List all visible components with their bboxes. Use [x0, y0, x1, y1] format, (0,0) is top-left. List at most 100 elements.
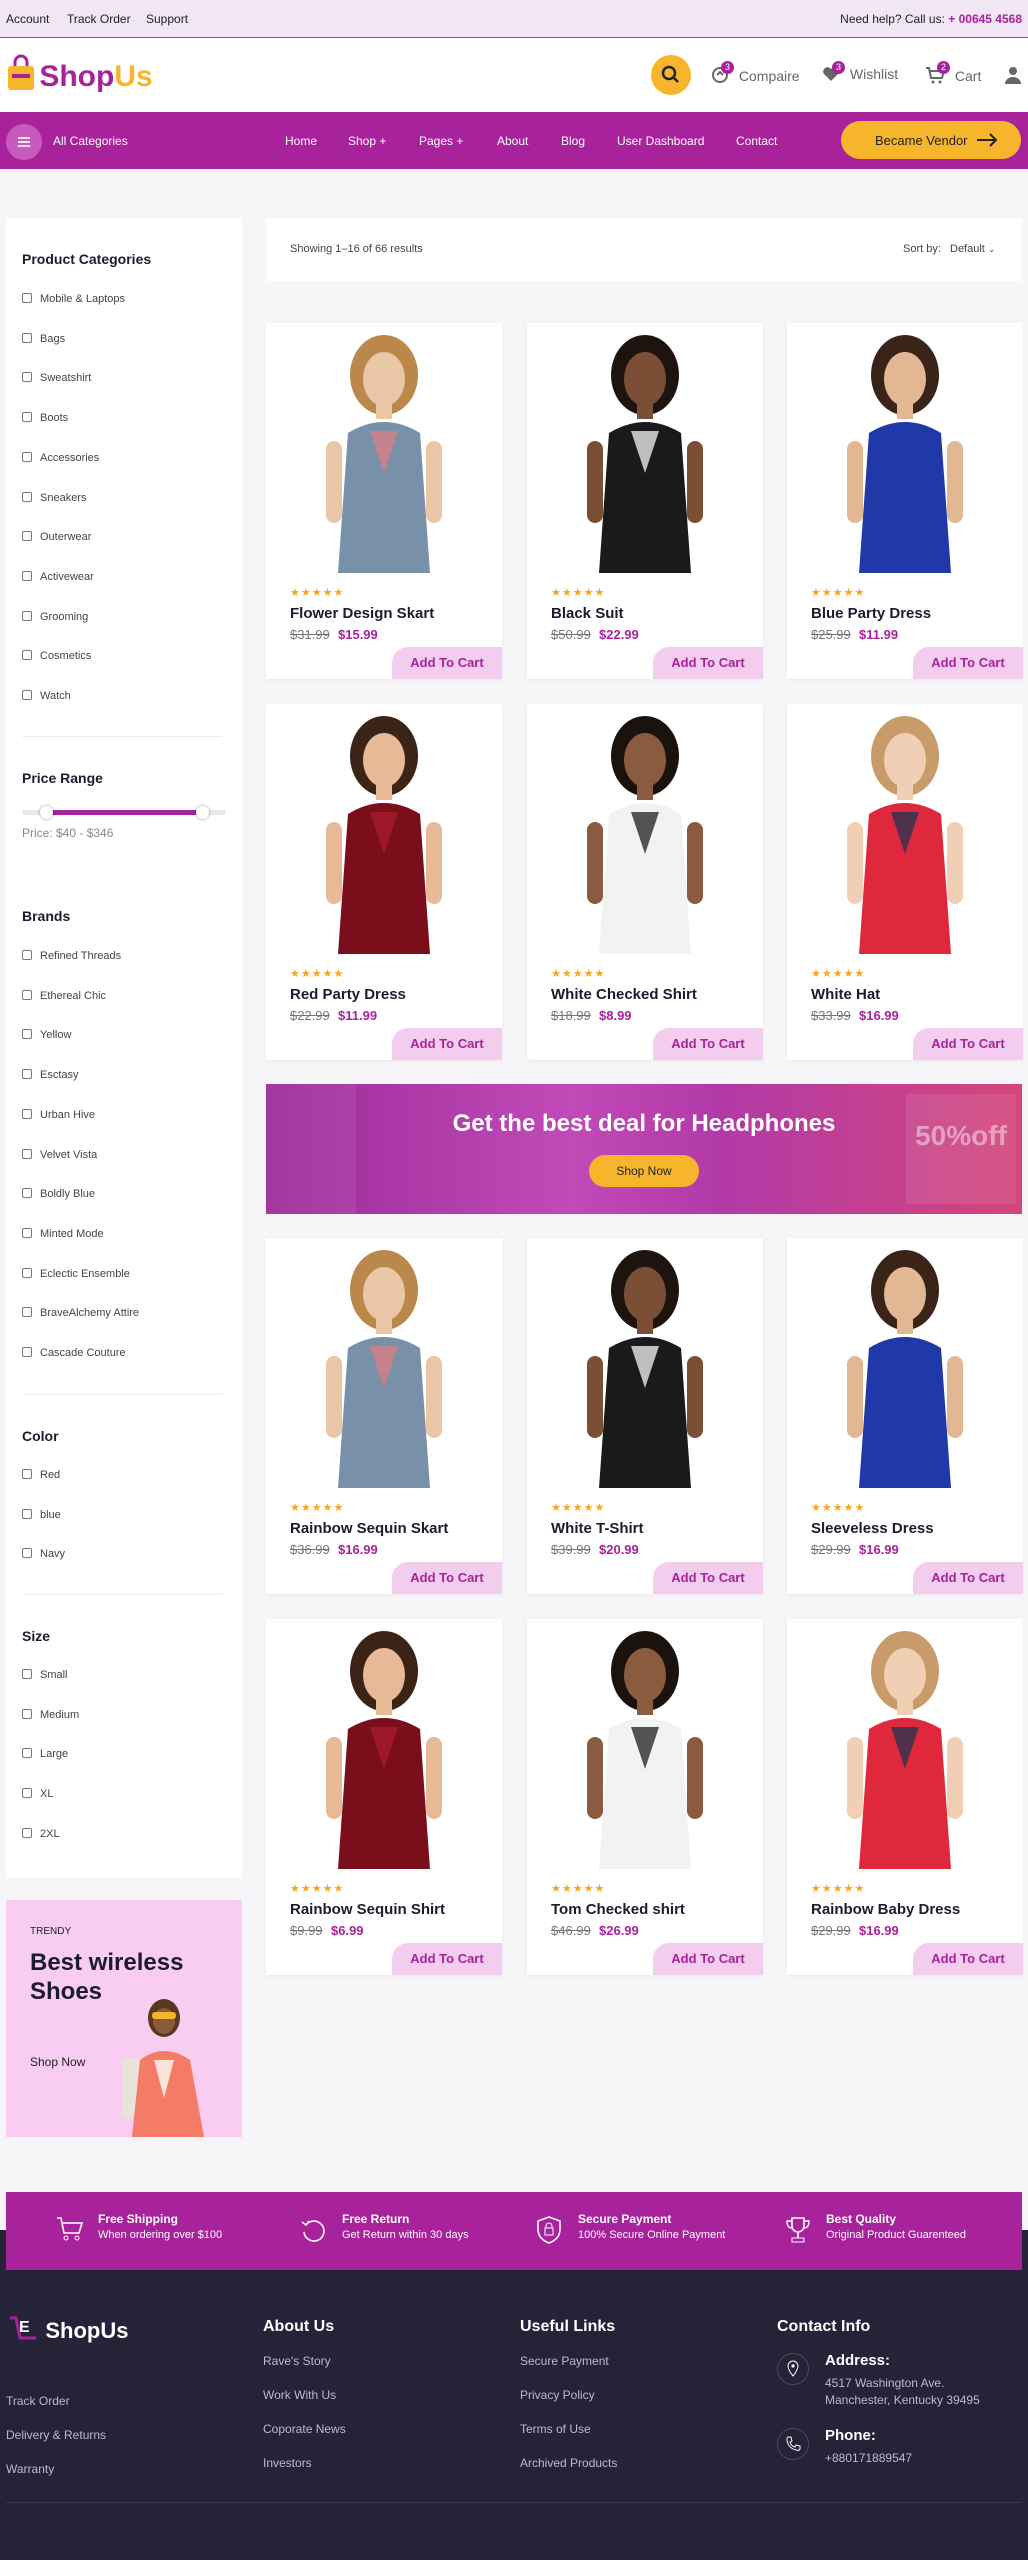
category-filter[interactable]: Accessories	[22, 451, 99, 464]
checkbox[interactable]	[22, 372, 32, 383]
footer-link[interactable]: Archived Products	[520, 2456, 617, 2470]
size-filter[interactable]: Large	[22, 1748, 68, 1760]
checkbox[interactable]	[22, 1347, 32, 1357]
product-image[interactable]	[527, 704, 763, 954]
nav-shop[interactable]: Shop +	[348, 134, 386, 148]
checkbox[interactable]	[22, 570, 32, 581]
category-filter[interactable]: Grooming	[22, 610, 88, 623]
product-image[interactable]	[266, 323, 502, 573]
brand-filter[interactable]: Esctasy	[22, 1069, 79, 1081]
product-card[interactable]: ★★★★★ Red Party Dress $22.99 $11.99 Add To C…	[266, 704, 502, 1060]
wishlist-button[interactable]: 3 Wishlist	[822, 61, 898, 85]
add-to-cart-button[interactable]: Add To Cart	[653, 647, 763, 679]
product-image[interactable]	[787, 1619, 1023, 1869]
product-card[interactable]: ★★★★★ White Hat $33.99 $16.99 Add To Cart	[787, 704, 1023, 1060]
track-order-link[interactable]: Track Order	[67, 12, 131, 26]
brand-filter[interactable]: Boldly Blue	[22, 1188, 95, 1200]
price-max-handle[interactable]	[195, 806, 209, 819]
add-to-cart-button[interactable]: Add To Cart	[392, 1028, 502, 1060]
color-filter[interactable]: Red	[22, 1469, 60, 1481]
product-image[interactable]	[527, 1619, 763, 1869]
brand-filter[interactable]: Cascade Couture	[22, 1347, 126, 1359]
footer-link[interactable]: Privacy Policy	[520, 2388, 595, 2402]
add-to-cart-button[interactable]: Add To Cart	[653, 1562, 763, 1594]
brand-filter[interactable]: Velvet Vista	[22, 1148, 97, 1161]
category-filter[interactable]: Outerwear	[22, 531, 91, 543]
footer-link[interactable]: Warranty	[6, 2462, 54, 2476]
brand-filter[interactable]: Refined Threads	[22, 950, 121, 962]
product-card[interactable]: ★★★★★ White Checked Shirt $18.99 $8.99 Add T…	[527, 704, 763, 1060]
price-range-slider[interactable]	[22, 806, 226, 819]
product-title[interactable]: White T-Shirt	[551, 1520, 644, 1537]
product-title[interactable]: Tom Checked shirt	[551, 1901, 685, 1918]
all-categories-label[interactable]: All Categories	[53, 134, 128, 148]
checkbox[interactable]	[22, 650, 32, 661]
category-filter[interactable]: Watch	[22, 690, 71, 702]
became-vendor-button[interactable]: Became Vendor	[841, 121, 1021, 159]
checkbox[interactable]	[22, 1469, 32, 1479]
footer-phone[interactable]: +880171889547	[825, 2451, 912, 2465]
product-title[interactable]: Rainbow Sequin Shirt	[290, 1901, 445, 1918]
checkbox[interactable]	[22, 1748, 32, 1759]
checkbox[interactable]	[22, 1307, 32, 1318]
checkbox[interactable]	[22, 1508, 32, 1519]
product-card[interactable]: ★★★★★ Flower Design Skart $31.99 $15.99 Add …	[266, 323, 502, 679]
product-title[interactable]: Rainbow Sequin Skart	[290, 1520, 448, 1537]
nav-pages[interactable]: Pages +	[419, 134, 463, 148]
size-filter[interactable]: 2XL	[22, 1827, 60, 1840]
checkbox[interactable]	[22, 1788, 32, 1799]
brand-filter[interactable]: Ethereal Chic	[22, 989, 106, 1002]
category-filter[interactable]: Boots	[22, 412, 68, 424]
product-card[interactable]: ★★★★★ Rainbow Sequin Shirt $9.99 $6.99 Add T…	[266, 1619, 502, 1975]
checkbox[interactable]	[22, 690, 32, 700]
checkbox[interactable]	[22, 950, 32, 960]
checkbox[interactable]	[22, 1029, 32, 1040]
checkbox[interactable]	[22, 1669, 32, 1679]
category-filter[interactable]: Activewear	[22, 570, 94, 583]
nav-blog[interactable]: Blog	[561, 134, 585, 148]
checkbox[interactable]	[22, 1188, 32, 1199]
nav-home[interactable]: Home	[285, 134, 317, 148]
checkbox[interactable]	[22, 412, 32, 423]
compare-button[interactable]: 3 Compaire	[711, 61, 800, 87]
add-to-cart-button[interactable]: Add To Cart	[392, 1562, 502, 1594]
color-filter[interactable]: blue	[22, 1508, 61, 1521]
footer-link[interactable]: Rave's Story	[263, 2354, 331, 2368]
add-to-cart-button[interactable]: Add To Cart	[392, 647, 502, 679]
nav-user-dashboard[interactable]: User Dashboard	[617, 134, 704, 148]
product-title[interactable]: Sleeveless Dress	[811, 1520, 934, 1537]
headphones-deal-banner[interactable]: 50%off Get the best deal for Headphones …	[266, 1084, 1022, 1214]
add-to-cart-button[interactable]: Add To Cart	[913, 647, 1023, 679]
promo-card[interactable]: TRENDY Best wireless Shoes Shop Now	[6, 1900, 242, 2137]
footer-link[interactable]: Investors	[263, 2456, 312, 2470]
product-title[interactable]: Black Suit	[551, 605, 624, 622]
checkbox[interactable]	[22, 1108, 32, 1119]
banner-shop-now-button[interactable]: Shop Now	[589, 1155, 699, 1187]
checkbox[interactable]	[22, 1227, 32, 1238]
brand-filter[interactable]: Minted Mode	[22, 1227, 104, 1240]
category-filter[interactable]: Cosmetics	[22, 650, 91, 662]
checkbox[interactable]	[22, 610, 32, 621]
footer-link[interactable]: Delivery & Returns	[6, 2428, 106, 2442]
size-filter[interactable]: Medium	[22, 1708, 79, 1721]
checkbox[interactable]	[22, 332, 32, 343]
nav-contact[interactable]: Contact	[736, 134, 777, 148]
product-card[interactable]: ★★★★★ Rainbow Baby Dress $29.99 $16.99 Add T…	[787, 1619, 1023, 1975]
product-card[interactable]: ★★★★★ Blue Party Dress $25.99 $11.99 Add To …	[787, 323, 1023, 679]
size-filter[interactable]: Small	[22, 1669, 68, 1681]
size-filter[interactable]: XL	[22, 1788, 53, 1800]
sort-select[interactable]: Default ⌄	[950, 243, 995, 255]
product-image[interactable]	[527, 323, 763, 573]
brand-filter[interactable]: BraveAlchemy Attire	[22, 1307, 139, 1319]
product-image[interactable]	[787, 1238, 1023, 1488]
checkbox[interactable]	[22, 1267, 32, 1278]
product-card[interactable]: ★★★★★ Tom Checked shirt $46.99 $26.99 Add To…	[527, 1619, 763, 1975]
footer-link[interactable]: Work With Us	[263, 2388, 336, 2402]
product-title[interactable]: Blue Party Dress	[811, 605, 931, 622]
support-link[interactable]: Support	[146, 12, 188, 26]
checkbox[interactable]	[22, 1548, 32, 1559]
help-phone[interactable]: + 00645 4568	[948, 12, 1022, 26]
product-card[interactable]: ★★★★★ Sleeveless Dress $29.99 $16.99 Add To …	[787, 1238, 1023, 1594]
checkbox[interactable]	[22, 293, 32, 303]
promo-shop-now[interactable]: Shop Now	[30, 2055, 85, 2069]
